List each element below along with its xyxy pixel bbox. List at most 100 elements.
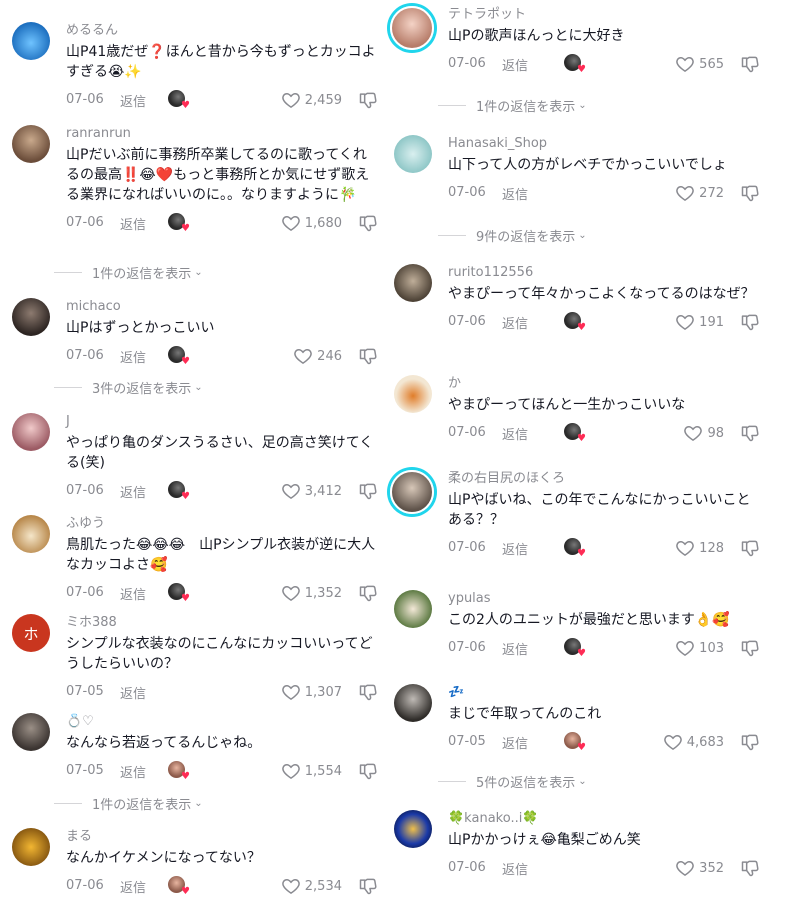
dislike-button[interactable] xyxy=(740,183,760,203)
view-replies-button[interactable]: 9件の返信を表示 ⌄ xyxy=(438,226,800,245)
like-count: 1,307 xyxy=(304,684,342,700)
comment-username[interactable]: めるるん xyxy=(66,22,378,40)
like-button[interactable]: 2,534 xyxy=(281,876,342,896)
user-avatar[interactable] xyxy=(12,413,50,451)
dislike-button[interactable] xyxy=(740,538,760,558)
like-count: 4,683 xyxy=(686,734,724,750)
comment-username[interactable]: か xyxy=(448,375,760,393)
dislike-button[interactable] xyxy=(740,312,760,332)
dislike-button[interactable] xyxy=(740,423,760,443)
like-button[interactable]: 272 xyxy=(675,183,724,203)
like-button[interactable]: 1,680 xyxy=(281,213,342,233)
dislike-button[interactable] xyxy=(358,213,378,233)
like-count: 2,459 xyxy=(304,92,342,108)
comment-username[interactable]: テトラポット xyxy=(448,6,760,24)
comment-date: 07-06 xyxy=(66,348,104,363)
comment-username[interactable]: 柔の右目尻のほくろ xyxy=(448,470,760,488)
like-button[interactable]: 1,554 xyxy=(281,761,342,781)
dislike-button[interactable] xyxy=(358,481,378,501)
like-button[interactable]: 2,459 xyxy=(281,90,342,110)
like-button[interactable]: 3,412 xyxy=(281,481,342,501)
comment-username[interactable]: J xyxy=(66,413,378,431)
user-avatar[interactable] xyxy=(394,264,432,302)
view-replies-button[interactable]: 1件の返信を表示 ⌄ xyxy=(54,794,434,813)
reply-button[interactable]: 返信 xyxy=(502,184,528,203)
like-button[interactable]: 98 xyxy=(683,423,724,443)
comment-username[interactable]: Hanasaki_Shop xyxy=(448,135,760,153)
like-button[interactable]: 565 xyxy=(675,54,724,74)
user-avatar[interactable] xyxy=(394,375,432,413)
dislike-button[interactable] xyxy=(358,761,378,781)
dislike-button[interactable] xyxy=(358,90,378,110)
dislike-button[interactable] xyxy=(740,732,760,752)
chevron-down-icon: ⌄ xyxy=(194,267,203,278)
comment-meta: 07-06 返信 ♥ 246 xyxy=(66,346,378,368)
like-button[interactable]: 246 xyxy=(293,346,342,366)
comment-username[interactable]: ypulas xyxy=(448,590,760,608)
dislike-button[interactable] xyxy=(358,876,378,896)
dislike-button[interactable] xyxy=(740,638,760,658)
user-avatar[interactable] xyxy=(12,125,50,163)
reply-button[interactable]: 返信 xyxy=(502,55,528,74)
dislike-button[interactable] xyxy=(358,682,378,702)
reply-button[interactable]: 返信 xyxy=(120,877,146,896)
like-button[interactable]: 191 xyxy=(675,312,724,332)
dislike-button[interactable] xyxy=(740,858,760,878)
reply-button[interactable]: 返信 xyxy=(120,683,146,702)
user-avatar[interactable] xyxy=(394,810,432,848)
reply-button[interactable]: 返信 xyxy=(120,214,146,233)
comment-username[interactable]: 💍♡ xyxy=(66,713,378,731)
user-avatar[interactable] xyxy=(394,135,432,173)
comment-username[interactable]: michaco xyxy=(66,298,378,316)
reply-button[interactable]: 返信 xyxy=(502,859,528,878)
dislike-button[interactable] xyxy=(740,54,760,74)
user-avatar[interactable] xyxy=(390,6,434,50)
user-avatar[interactable] xyxy=(12,515,50,553)
reply-button[interactable]: 返信 xyxy=(120,347,146,366)
like-button[interactable]: 1,352 xyxy=(281,583,342,603)
like-button[interactable]: 1,307 xyxy=(281,682,342,702)
comment-meta: 07-06 返信 ♥ 103 xyxy=(448,638,760,660)
user-avatar[interactable] xyxy=(390,470,434,514)
user-avatar[interactable] xyxy=(12,22,50,60)
dislike-button[interactable] xyxy=(358,583,378,603)
reply-button[interactable]: 返信 xyxy=(502,639,528,658)
comment-username[interactable]: 🍀kanako..i🍀 xyxy=(448,810,760,828)
like-button[interactable]: 128 xyxy=(675,538,724,558)
user-avatar[interactable] xyxy=(394,590,432,628)
dislike-button[interactable] xyxy=(358,346,378,366)
comment-username[interactable]: 💤 xyxy=(448,684,760,702)
creator-liked-badge: ♥ xyxy=(168,761,190,782)
reply-button[interactable]: 返信 xyxy=(502,424,528,443)
user-avatar[interactable] xyxy=(12,828,50,866)
like-button[interactable]: 4,683 xyxy=(663,732,724,752)
comment-username[interactable]: ranranrun xyxy=(66,125,378,143)
view-replies-button[interactable]: 5件の返信を表示 ⌄ xyxy=(438,772,800,791)
comment-username[interactable]: ミホ388 xyxy=(66,614,378,632)
user-avatar[interactable] xyxy=(394,684,432,722)
comment-date: 07-06 xyxy=(66,878,104,893)
user-avatar[interactable]: ホ xyxy=(12,614,50,652)
chevron-down-icon: ⌄ xyxy=(194,382,203,393)
thumbs-down-icon xyxy=(741,314,759,331)
comment-username[interactable]: まる xyxy=(66,828,378,846)
user-avatar[interactable] xyxy=(12,298,50,336)
comment-username[interactable]: ふゆう xyxy=(66,515,378,533)
reply-button[interactable]: 返信 xyxy=(502,733,528,752)
reply-button[interactable]: 返信 xyxy=(120,91,146,110)
comment-date: 07-06 xyxy=(448,640,486,655)
reply-button[interactable]: 返信 xyxy=(120,482,146,501)
view-replies-button[interactable]: 1件の返信を表示 ⌄ xyxy=(438,96,800,115)
reply-button[interactable]: 返信 xyxy=(120,584,146,603)
user-avatar[interactable] xyxy=(12,713,50,751)
view-replies-button[interactable]: 1件の返信を表示 ⌄ xyxy=(54,263,434,282)
comment-text: シンプルな衣装なのにこんなにカッコいいってどうしたらいいの？ xyxy=(66,636,373,672)
comment-username[interactable]: rurito112556 xyxy=(448,264,760,282)
like-button[interactable]: 352 xyxy=(675,858,724,878)
view-replies-button[interactable]: 3件の返信を表示 ⌄ xyxy=(54,378,434,397)
reply-button[interactable]: 返信 xyxy=(502,313,528,332)
reply-button[interactable]: 返信 xyxy=(120,762,146,781)
comment-date: 07-05 xyxy=(448,734,486,749)
reply-button[interactable]: 返信 xyxy=(502,539,528,558)
like-button[interactable]: 103 xyxy=(675,638,724,658)
